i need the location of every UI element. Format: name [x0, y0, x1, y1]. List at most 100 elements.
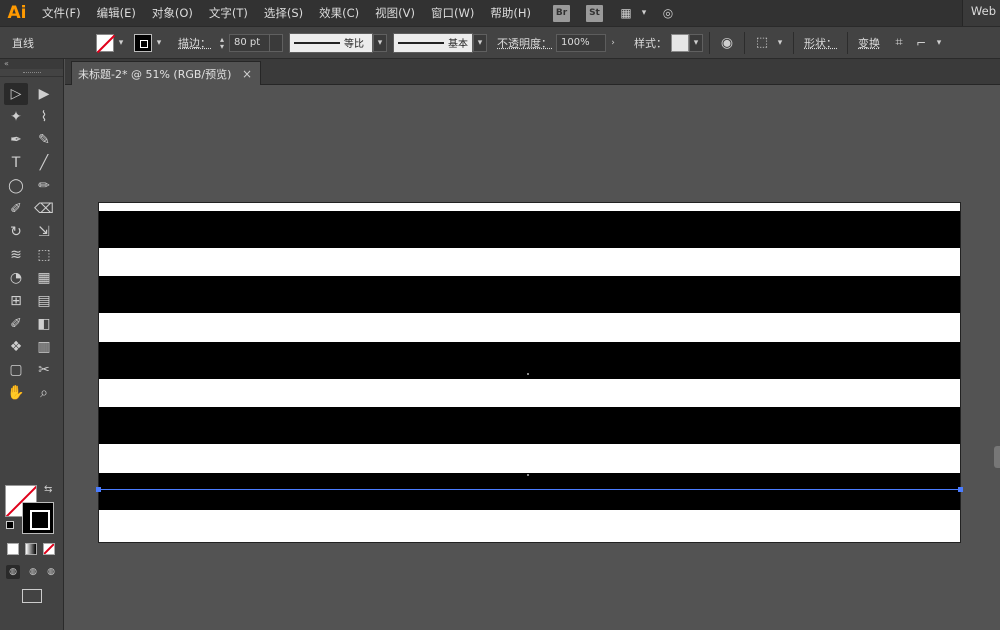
artboard-icon[interactable]: ▢	[4, 359, 28, 381]
menu-item[interactable]: 文件(F)	[34, 0, 89, 26]
fill-swatch[interactable]	[96, 33, 114, 52]
stock-badge[interactable]: St	[585, 4, 603, 22]
hand-icon[interactable]: ✋	[4, 382, 28, 404]
transform-label[interactable]: 变换	[854, 35, 884, 51]
menu-item[interactable]: 效果(C)	[311, 0, 367, 26]
menu-item[interactable]: 视图(V)	[367, 0, 423, 26]
screen-mode-icon[interactable]	[22, 589, 42, 603]
curvature-icon[interactable]: ✎	[32, 129, 56, 151]
recolor-artwork-icon[interactable]: ◉	[716, 32, 738, 54]
brush-definition[interactable]: 基本	[393, 32, 473, 53]
close-tab-icon[interactable]: ×	[242, 67, 252, 81]
stroke-weight-dropdown-icon[interactable]	[269, 33, 283, 52]
opacity-label[interactable]: 不透明度：	[493, 35, 556, 51]
opacity-arrow-icon[interactable]: ›	[606, 34, 620, 52]
rotate-icon[interactable]: ↻	[4, 221, 28, 243]
default-fill-stroke-icon[interactable]	[6, 521, 14, 529]
gradient-mode-icon[interactable]	[25, 543, 37, 555]
zoom-icon[interactable]: ⌕	[32, 382, 56, 404]
selected-line-path[interactable]	[97, 489, 962, 490]
panel-options-icon[interactable]: ⌐	[910, 32, 932, 54]
stroke-weight-stepper-icon[interactable]: ▴ ▾	[215, 34, 229, 52]
perspective-grid-icon[interactable]: ▦	[32, 267, 56, 289]
lasso-icon[interactable]: ⌇	[32, 106, 56, 128]
stroke-color-box[interactable]	[22, 502, 54, 534]
type-icon[interactable]: T	[4, 152, 28, 174]
menu-item[interactable]: 帮助(H)	[482, 0, 539, 26]
brush-line-icon	[398, 41, 444, 44]
profile-dropdown-icon[interactable]: ▾	[373, 33, 387, 52]
stroke-label[interactable]: 描边：	[174, 35, 215, 51]
opacity-input[interactable]: 100%	[556, 33, 606, 52]
style-dropdown-icon[interactable]: ▾	[689, 33, 703, 52]
divider	[744, 31, 745, 54]
brush-dropdown-icon[interactable]: ▾	[473, 33, 487, 52]
ellipse-icon[interactable]: ◯	[4, 175, 28, 197]
column-graph-icon[interactable]: ▥	[32, 336, 56, 358]
menu-item[interactable]: 对象(O)	[144, 0, 201, 26]
symbol-sprayer-icon[interactable]: ❖	[4, 336, 28, 358]
artboard[interactable]	[98, 202, 961, 543]
gpu-performance-icon[interactable]: ◎	[657, 2, 679, 24]
black-stripe[interactable]	[99, 407, 960, 444]
stroke-swatch[interactable]	[134, 33, 152, 52]
graphic-style-swatch[interactable]	[671, 33, 689, 52]
align-dropdown-icon[interactable]: ▾	[773, 34, 787, 52]
path-anchor-right[interactable]	[958, 487, 963, 492]
menu-item[interactable]: 窗口(W)	[423, 0, 482, 26]
arrange-documents-dropdown-icon[interactable]: ▾	[637, 4, 651, 22]
app-logo[interactable]: Ai	[0, 0, 34, 26]
draw-inside-icon[interactable]: ◍	[44, 565, 58, 579]
variable-width-profile[interactable]: 等比	[289, 32, 373, 53]
object-type-label: 直线	[12, 36, 34, 50]
eraser-icon[interactable]: ⌫	[32, 198, 56, 220]
bridge-badge[interactable]: Br	[552, 4, 570, 22]
black-stripe[interactable]	[99, 276, 960, 313]
center-point-mark	[527, 474, 529, 476]
scrollbar-nub[interactable]	[994, 446, 1000, 468]
align-to-icon[interactable]: ⬚	[751, 32, 773, 54]
workspace-switcher[interactable]: Web	[961, 0, 1000, 26]
stroke-color-dropdown-icon[interactable]: ▾	[152, 34, 166, 52]
mesh-icon[interactable]: ⊞	[4, 290, 28, 312]
paintbrush-icon[interactable]: ✏	[32, 175, 56, 197]
shape-builder-icon[interactable]: ◔	[4, 267, 28, 289]
draw-normal-icon[interactable]: ◍	[6, 565, 20, 579]
black-stripe[interactable]	[99, 342, 960, 379]
menu-item[interactable]: 编辑(E)	[89, 0, 144, 26]
none-mode-icon[interactable]	[43, 543, 55, 555]
menu-items: 文件(F) 编辑(E) 对象(O) 文字(T) 选择(S) 效果(C) 视图(V) 窗口(W)…	[34, 0, 539, 26]
black-stripe[interactable]	[99, 473, 960, 510]
selection-icon[interactable]: ▷	[4, 83, 28, 105]
line-segment-icon[interactable]: ╱	[32, 152, 56, 174]
magic-wand-icon[interactable]: ✦	[4, 106, 28, 128]
gradient-icon[interactable]: ▤	[32, 290, 56, 312]
fill-dropdown-icon[interactable]: ▾	[114, 34, 128, 52]
swap-fill-stroke-icon[interactable]: ⇆	[44, 484, 52, 495]
style-label: 样式：	[634, 36, 667, 50]
blend-icon[interactable]: ◧	[32, 313, 56, 335]
profile-line-icon	[294, 41, 340, 44]
arrange-documents-icon[interactable]: ▦	[615, 2, 637, 24]
black-stripe[interactable]	[99, 211, 960, 248]
menu-item[interactable]: 文字(T)	[201, 0, 256, 26]
direct-selection-icon[interactable]: ▶	[32, 83, 56, 105]
width-icon[interactable]: ≋	[4, 244, 28, 266]
menu-item[interactable]: 选择(S)	[256, 0, 311, 26]
draw-behind-icon[interactable]: ◍	[26, 565, 40, 579]
toolbox-collapse-icon[interactable]: «	[0, 59, 63, 69]
toolbox-grip[interactable]	[0, 69, 63, 77]
path-anchor-left[interactable]	[96, 487, 101, 492]
free-transform-icon[interactable]: ⬚	[32, 244, 56, 266]
isolate-object-icon[interactable]: ⌗	[888, 32, 910, 54]
pen-icon[interactable]: ✒	[4, 129, 28, 151]
shaper-icon[interactable]: ✐	[4, 198, 28, 220]
slice-icon[interactable]: ✂	[32, 359, 56, 381]
scale-icon[interactable]: ⇲	[32, 221, 56, 243]
document-tab[interactable]: 未标题-2* @ 51% (RGB/预览) ×	[71, 61, 261, 85]
stroke-weight-input[interactable]: 80 pt	[229, 33, 269, 52]
panel-options-dropdown-icon[interactable]: ▾	[932, 34, 946, 52]
color-mode-icon[interactable]	[7, 543, 19, 555]
shape-label[interactable]: 形状：	[800, 35, 841, 51]
eyedropper-icon[interactable]: ✐	[4, 313, 28, 335]
